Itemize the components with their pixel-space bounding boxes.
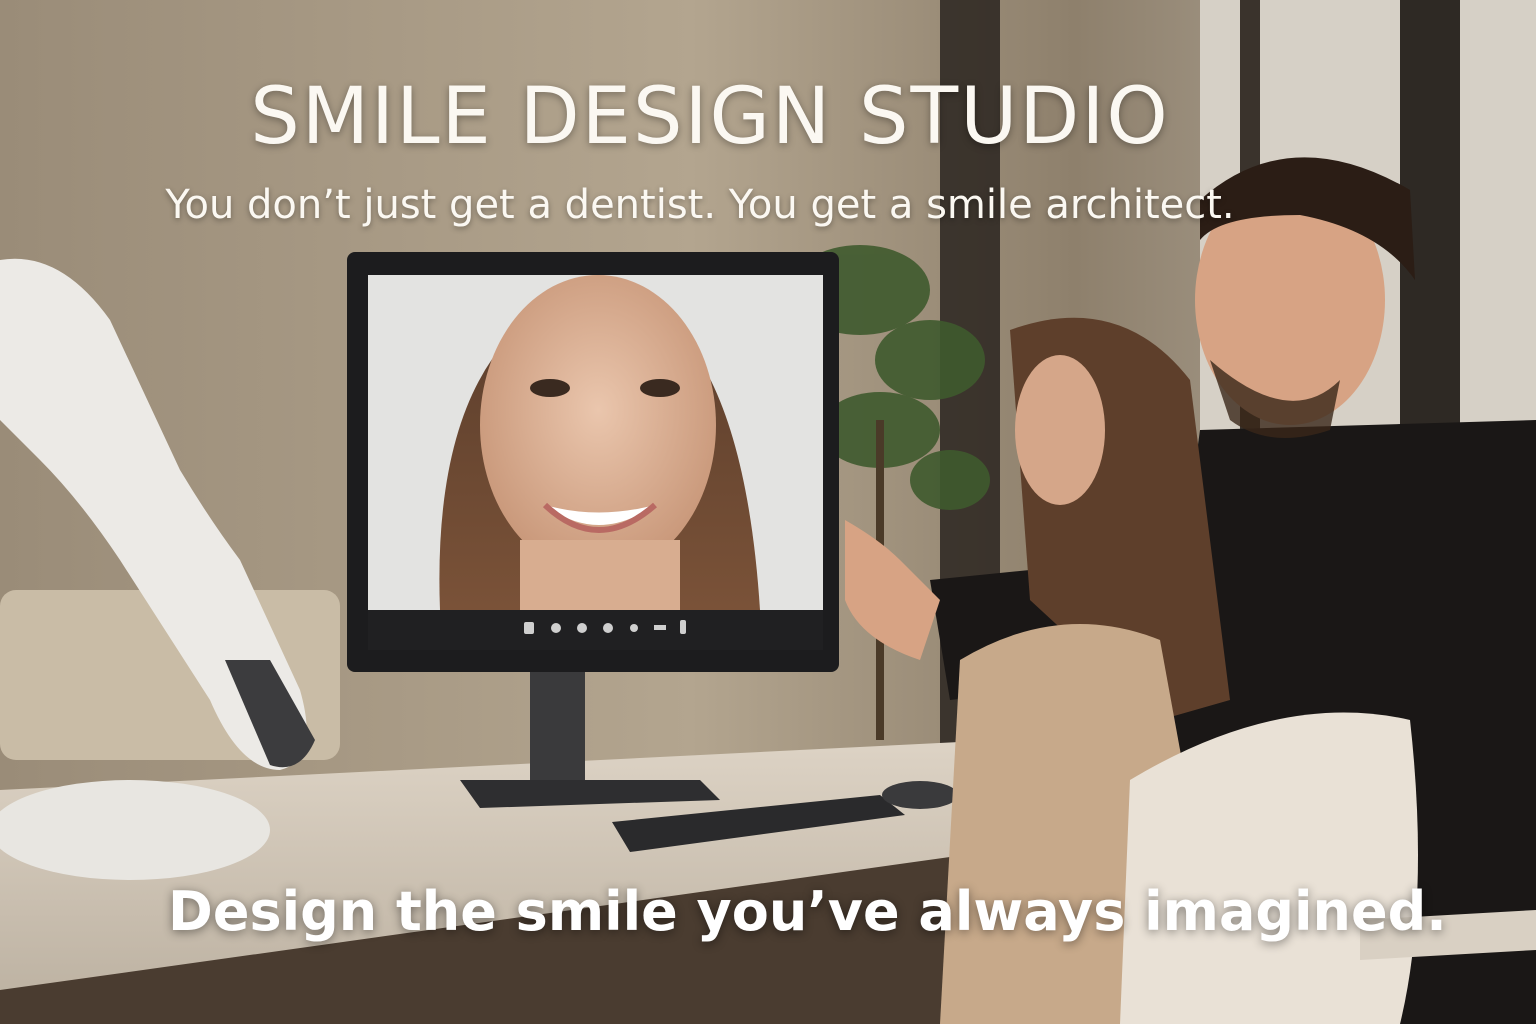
ruler-icon[interactable] <box>654 625 666 630</box>
cta-text: Design the smile you’ve always imagined. <box>168 880 1447 943</box>
phone-icon[interactable] <box>680 620 686 634</box>
headline: SMILE DESIGN STUDIO <box>250 72 1170 162</box>
grid-icon[interactable] <box>551 623 561 633</box>
smile-icon[interactable] <box>577 623 587 633</box>
record-icon[interactable] <box>630 624 638 632</box>
layers-icon[interactable] <box>603 623 613 633</box>
tooth-icon[interactable] <box>524 622 534 634</box>
tagline: You don’t just get a dentist. You get a … <box>165 182 1235 228</box>
